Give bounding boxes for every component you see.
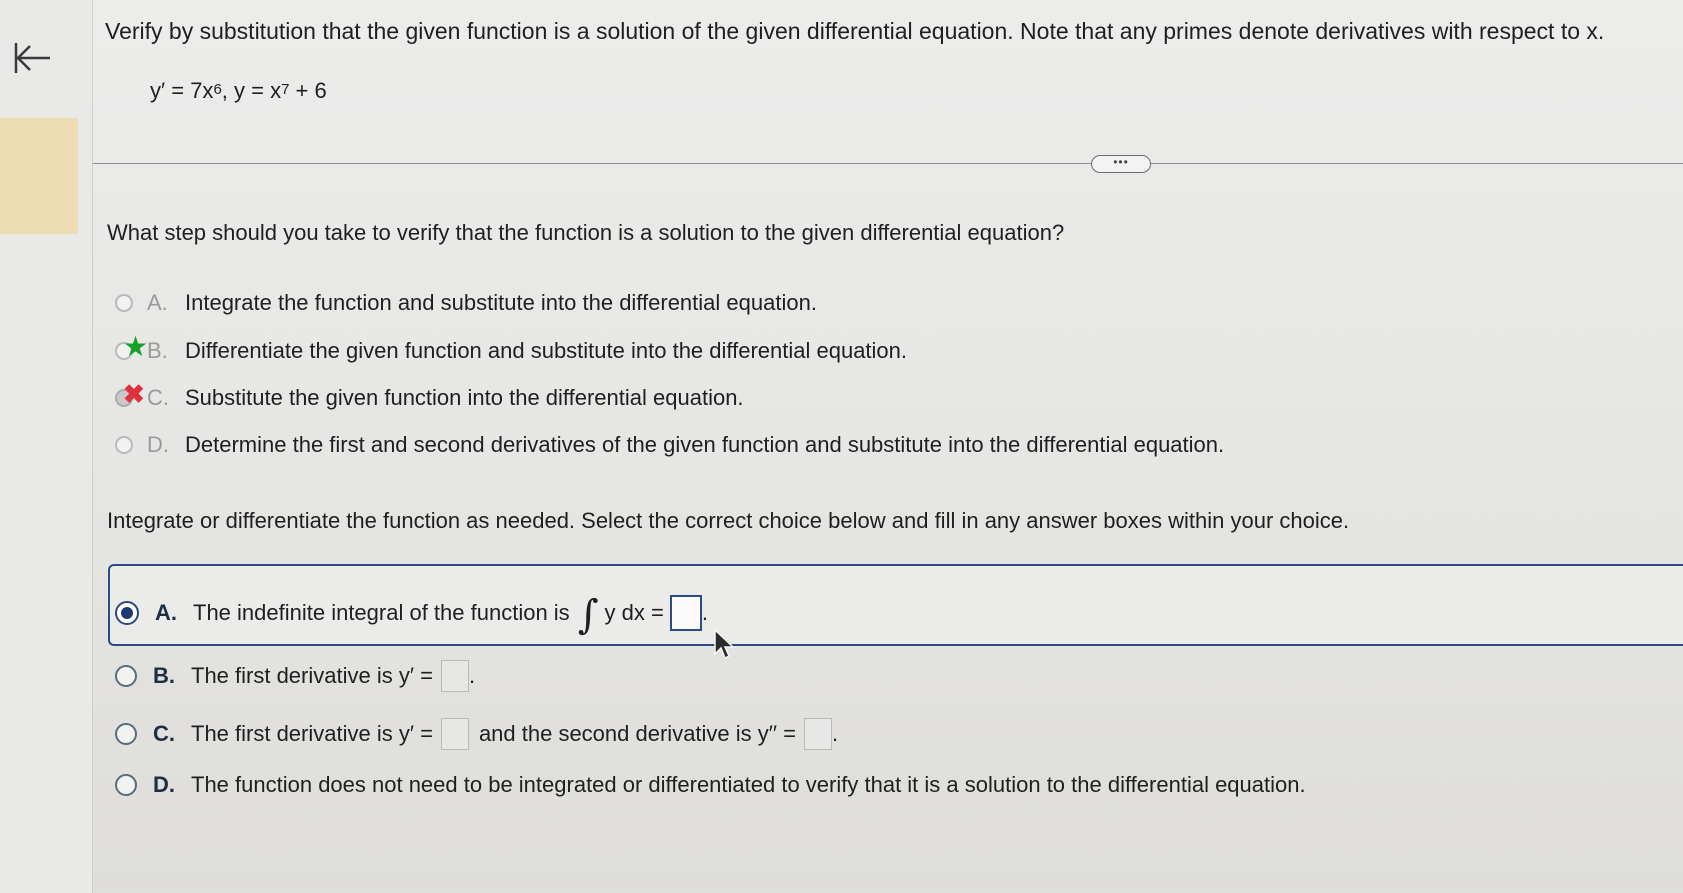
problem-instructions: Verify by substitution that the given fu… [105, 18, 1605, 44]
option-letter: C. [147, 385, 169, 410]
option-letter: D. [147, 432, 169, 457]
option-suffix: . [701, 600, 708, 625]
radio-button[interactable] [115, 774, 137, 796]
option-text: Differentiate the given function and sub… [185, 338, 908, 363]
part1-option-d[interactable]: D. Determine the first and second deriva… [115, 432, 1224, 458]
section-separator [93, 163, 1683, 164]
option-letter: B. [147, 338, 168, 363]
option-letter: A. [155, 600, 177, 625]
problem-equation: y′ = 7x6, y = x7 + 6 [150, 78, 327, 104]
answer-input-integral[interactable] [669, 595, 702, 631]
option-text-middle: and the second derivative is y′′ = [478, 721, 796, 746]
part2-option-a[interactable]: A. The indefinite integral of the functi… [115, 590, 708, 638]
part2-option-b[interactable]: B. The first derivative is y′ = . [115, 660, 475, 692]
option-letter: B. [153, 663, 175, 688]
part2-option-c[interactable]: C. The first derivative is y′ = and the … [115, 718, 838, 750]
equation-exponent-2: 7 [281, 81, 290, 98]
side-tab[interactable] [0, 118, 78, 234]
part1-question: What step should you take to verify that… [107, 220, 1065, 245]
option-text: Determine the first and second derivativ… [185, 432, 1225, 457]
integral-body: y dx = [604, 600, 664, 625]
part2-instruction: Integrate or differentiate the function … [107, 508, 1350, 533]
option-letter: A. [147, 290, 168, 315]
option-text: The first derivative is y′ = [191, 663, 433, 688]
answer-input-first-derivative[interactable] [440, 718, 469, 750]
integral-symbol: ∫ [577, 592, 599, 638]
option-text: The function does not need to be integra… [191, 772, 1306, 797]
option-text: Integrate the function and substitute in… [185, 290, 817, 315]
radio-button[interactable] [115, 436, 133, 454]
radio-button[interactable] [115, 665, 137, 687]
part2-option-d[interactable]: D. The function does not need to be inte… [115, 772, 1306, 798]
equation-exponent-1: 6 [213, 81, 222, 98]
part1-option-a[interactable]: A. Integrate the function and substitute… [115, 290, 817, 316]
back-to-start-icon[interactable] [12, 40, 54, 76]
radio-button-selected[interactable] [115, 601, 139, 625]
equation-sep: , y = x [221, 78, 282, 103]
part1-option-b[interactable]: ★ B. Differentiate the given function an… [115, 331, 908, 364]
more-button[interactable]: ••• [1091, 155, 1151, 173]
equation-rest: + 6 [289, 78, 327, 103]
correct-star-icon: ★ [123, 331, 149, 362]
part1-option-c[interactable]: ✖ C. Substitute the given function into … [115, 379, 744, 411]
option-suffix: . [468, 663, 476, 688]
option-letter: C. [153, 721, 175, 746]
option-text: The indefinite integral of the function … [193, 600, 570, 625]
incorrect-x-icon: ✖ [123, 379, 145, 409]
mouse-cursor-icon [714, 628, 735, 660]
answer-input-second-derivative[interactable] [803, 718, 832, 750]
option-text: The first derivative is y′ = [191, 721, 433, 746]
radio-button[interactable] [115, 294, 133, 312]
option-letter: D. [153, 772, 175, 797]
radio-button[interactable] [115, 723, 137, 745]
main-content: Verify by substitution that the given fu… [93, 0, 1683, 893]
option-suffix: . [831, 721, 839, 746]
left-sidebar [0, 0, 92, 893]
option-text: Substitute the given function into the d… [185, 385, 744, 410]
answer-input-first-derivative[interactable] [440, 660, 469, 692]
equation-lhs: y′ = 7x [150, 78, 214, 103]
